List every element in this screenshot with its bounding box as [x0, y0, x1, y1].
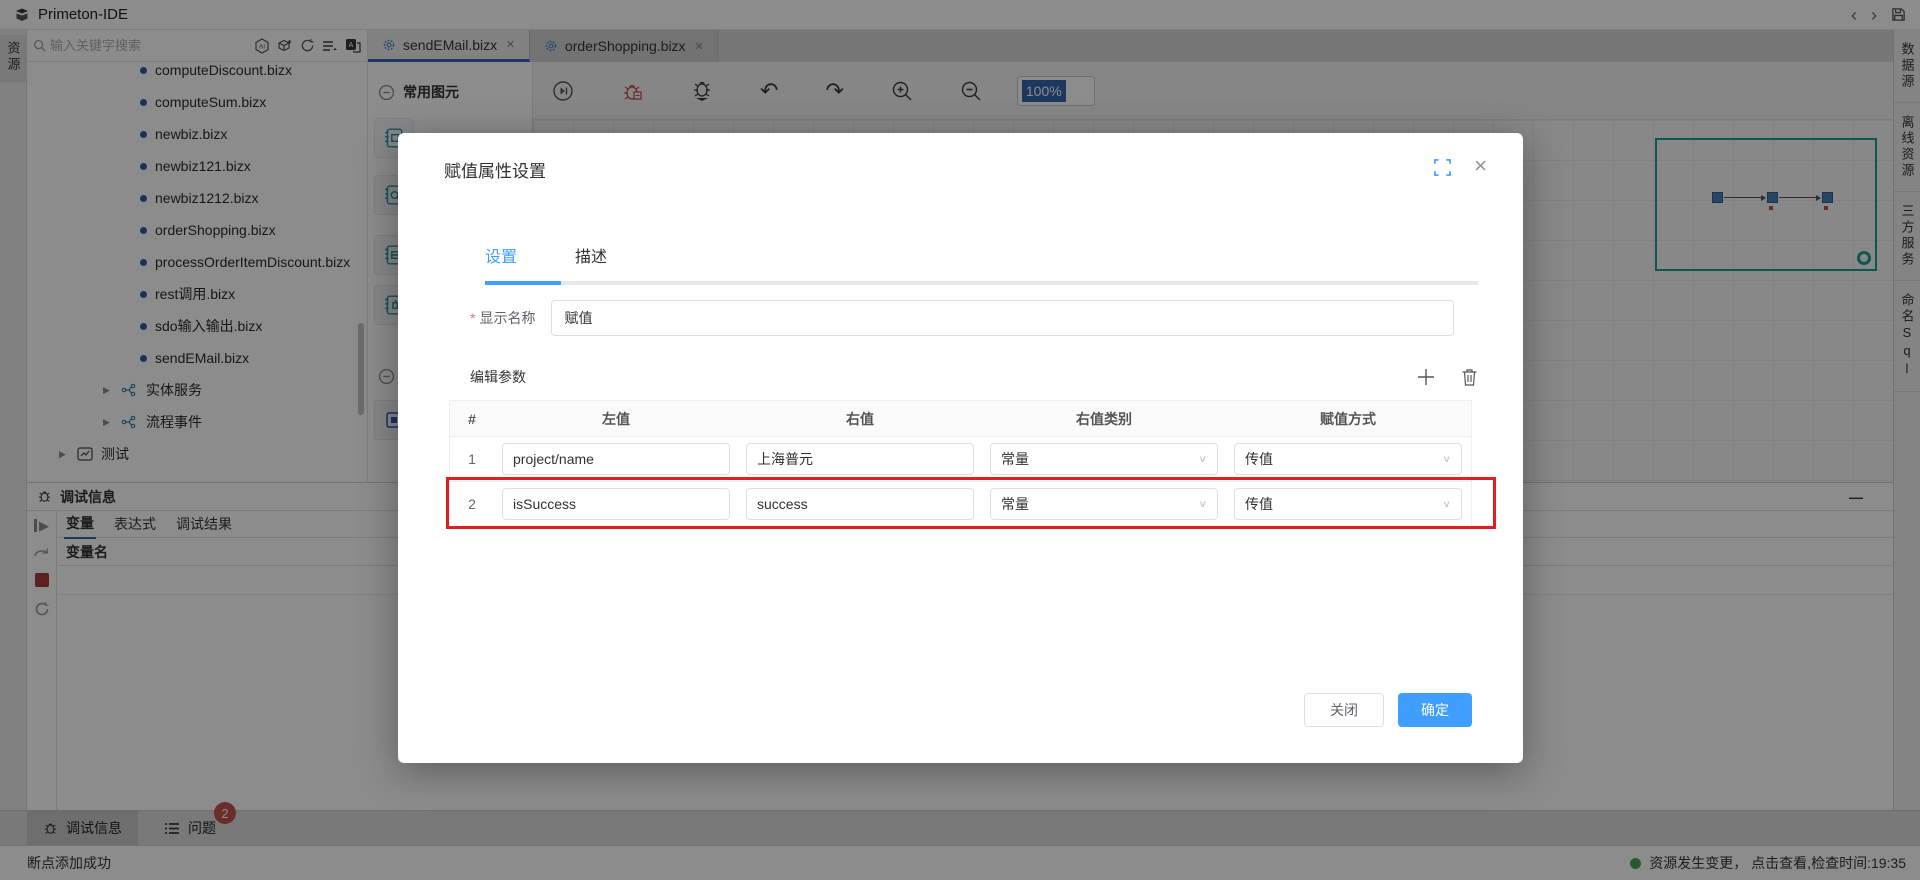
required-asterisk: * — [470, 310, 475, 326]
tab-settings[interactable]: 设置 — [485, 243, 517, 277]
params-table: # 左值 右值 右值类别 赋值方式 1 常量∨ 传值∨ 2 常量∨ 传值∨ — [449, 400, 1472, 528]
active-tab-underline — [485, 281, 561, 285]
tab-description[interactable]: 描述 — [575, 243, 607, 277]
chevron-down-icon: ∨ — [1198, 498, 1207, 509]
fullscreen-icon[interactable] — [1434, 159, 1451, 176]
right-value-input[interactable] — [746, 488, 974, 520]
assign-mode-select[interactable]: 传值∨ — [1234, 443, 1462, 475]
display-name-input[interactable] — [551, 300, 1454, 336]
tab-underline-track — [485, 281, 1478, 285]
display-name-label: 显示名称 — [479, 308, 535, 328]
dialog-footer: 关闭 确定 — [398, 693, 1523, 727]
chevron-down-icon: ∨ — [1442, 498, 1451, 509]
right-type-select[interactable]: 常量∨ — [990, 488, 1218, 520]
display-name-row: * 显示名称 — [470, 300, 1454, 336]
right-value-input[interactable] — [746, 443, 974, 475]
right-type-select[interactable]: 常量∨ — [990, 443, 1218, 475]
chevron-down-icon: ∨ — [1198, 453, 1207, 464]
add-row-icon[interactable] — [1417, 368, 1435, 386]
params-table-header: # 左值 右值 右值类别 赋值方式 — [450, 401, 1471, 437]
edit-params-label: 编辑参数 — [470, 367, 526, 387]
close-button[interactable]: 关闭 — [1304, 693, 1384, 727]
confirm-button[interactable]: 确定 — [1398, 693, 1472, 727]
assign-mode-select[interactable]: 传值∨ — [1234, 488, 1462, 520]
dialog-tabs: 设置 描述 — [485, 243, 607, 277]
chevron-down-icon: ∨ — [1442, 453, 1451, 464]
dialog-title: 赋值属性设置 — [444, 157, 546, 182]
close-icon[interactable]: × — [1474, 153, 1487, 179]
left-value-input[interactable] — [502, 488, 730, 520]
params-table-row-highlighted: 2 常量∨ 传值∨ — [450, 482, 1471, 527]
delete-row-icon[interactable] — [1461, 368, 1478, 386]
left-value-input[interactable] — [502, 443, 730, 475]
assignment-properties-dialog: 赋值属性设置 × 设置 描述 * 显示名称 编辑参数 # 左值 右值 右值类别 … — [398, 133, 1523, 763]
edit-params-row: 编辑参数 — [470, 367, 1478, 387]
params-table-row: 1 常量∨ 传值∨ — [450, 437, 1471, 482]
